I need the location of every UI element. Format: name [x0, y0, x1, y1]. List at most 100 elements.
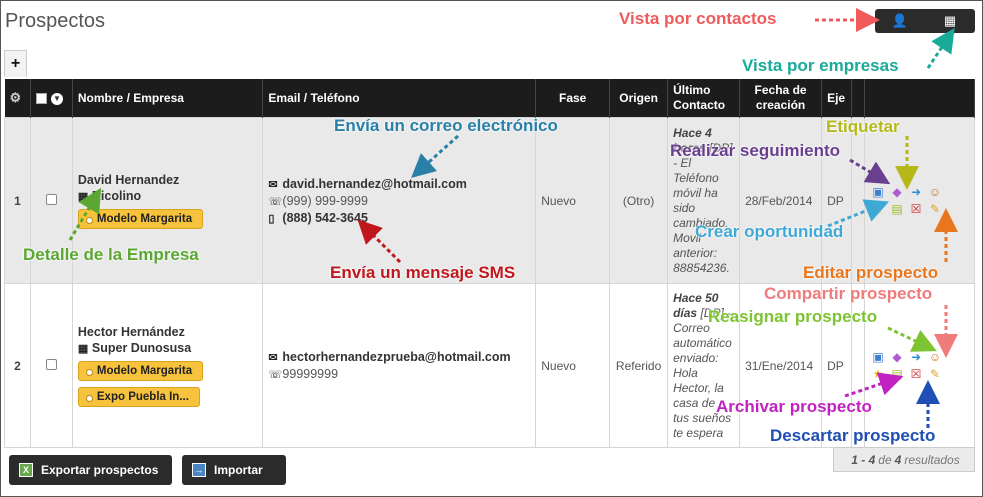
- row-actions: ▣ ◆ ➜ ☺ ★ ▤ ☒ ✎: [870, 185, 969, 216]
- email-text: hectorhernandezprueba@hotmail.com: [282, 350, 511, 364]
- pager-range: 1 - 4: [851, 452, 876, 467]
- chevron-down-icon[interactable]: ▼: [50, 92, 63, 105]
- star-icon[interactable]: ★: [870, 202, 886, 216]
- discard-icon[interactable]: ☒: [908, 202, 924, 216]
- spacer-cell: [851, 117, 866, 284]
- phone-text: (999) 999-9999: [282, 193, 368, 208]
- phone-icon: ☏: [268, 195, 283, 208]
- annotation-follow-up: Realizar seguimiento: [670, 141, 841, 160]
- email-link[interactable]: ✉ david.hernandez@hotmail.com: [268, 177, 530, 191]
- tag-badge[interactable]: Expo Puebla In...: [77, 386, 200, 407]
- pencil-icon[interactable]: ✎: [927, 202, 943, 216]
- origin-header[interactable]: Origen: [609, 79, 669, 118]
- envelope-icon: ✉: [268, 178, 278, 191]
- mobile-link[interactable]: ▯ (888) 542-3645: [268, 211, 530, 225]
- pagination-info: 1 - 4 de 4 resultados: [833, 447, 975, 472]
- tag-badge[interactable]: Modelo Margarita: [77, 208, 204, 229]
- star-icon[interactable]: ★: [870, 367, 886, 381]
- annotation-archive: Archivar prospecto: [716, 397, 872, 416]
- phase-cell: Nuevo: [535, 283, 611, 448]
- phase-cell: Nuevo: [535, 117, 611, 284]
- companies-view-button[interactable]: ▦: [925, 9, 975, 33]
- origin-cell: Referido: [609, 283, 669, 448]
- settings-header[interactable]: ⚙: [4, 79, 31, 118]
- name-header[interactable]: Nombre / Empresa: [72, 79, 264, 118]
- created-header[interactable]: Fecha de creación: [739, 79, 823, 118]
- phone-text: 99999999: [282, 367, 339, 381]
- email-cell: ✉ david.hernandez@hotmail.com ☏(999) 999-…: [262, 117, 537, 284]
- import-label: Importar: [214, 463, 263, 477]
- discard-icon[interactable]: ☒: [908, 367, 924, 381]
- annotation-reassign: Reasignar prospecto: [708, 307, 878, 326]
- export-button[interactable]: X Exportar prospectos: [9, 455, 172, 485]
- annotation-tag: Etiquetar: [826, 117, 900, 136]
- archive-folder-icon[interactable]: ▤: [889, 367, 905, 381]
- email-cell: ✉ hectorhernandezprueba@hotmail.com ☏9999…: [262, 283, 537, 448]
- annotation-companies-view: Vista por empresas: [742, 56, 899, 75]
- mobile-text: (888) 542-3645: [282, 210, 368, 225]
- spreadsheet-icon: X: [19, 463, 33, 477]
- last-contact-header[interactable]: Último Contacto: [667, 79, 741, 118]
- annotation-contacts-view: Vista por contactos: [619, 9, 777, 28]
- annotation-company-detail: Detalle de la Empresa: [23, 245, 199, 264]
- gear-icon: ⚙: [9, 90, 22, 105]
- company-name: Ricolino: [91, 188, 142, 203]
- pager-total: 4: [894, 452, 902, 467]
- import-icon: →: [192, 463, 206, 477]
- table-header-row: ⚙ ▼ Nombre / Empresa Email / Teléfono Fa…: [4, 79, 975, 118]
- select-all-checkbox[interactable]: [35, 93, 47, 105]
- contacts-view-button[interactable]: 👤: [875, 9, 925, 33]
- export-label: Exportar prospectos: [41, 463, 159, 477]
- prospect-name-link[interactable]: David Hernandez: [78, 173, 258, 187]
- email-header[interactable]: Email / Teléfono: [262, 79, 537, 118]
- share-user-icon[interactable]: ☺: [927, 185, 943, 199]
- pager-suffix: resultados: [904, 452, 960, 467]
- annotation-share: Compartir prospecto: [764, 284, 933, 303]
- row-select-cell: [29, 283, 73, 448]
- building-icon: ▦: [943, 13, 957, 28]
- phone-link[interactable]: ☏(999) 999-9999: [268, 194, 530, 208]
- building-icon: ▦: [77, 190, 89, 203]
- email-text: david.hernandez@hotmail.com: [282, 176, 467, 191]
- row-actions: ▣ ◆ ➜ ☺ ★ ▤ ☒ ✎: [870, 350, 969, 381]
- reassign-arrow-icon[interactable]: ➜: [908, 185, 924, 199]
- add-prospect-button[interactable]: +: [4, 50, 27, 77]
- phase-header[interactable]: Fase: [535, 79, 611, 118]
- import-button[interactable]: → Importar: [182, 455, 286, 485]
- envelope-icon: ✉: [268, 352, 278, 364]
- reassign-arrow-icon[interactable]: ➜: [908, 350, 924, 364]
- archive-folder-icon[interactable]: ▤: [889, 202, 905, 216]
- axis-header[interactable]: Eje: [821, 79, 853, 118]
- email-link[interactable]: ✉ hectorhernandezprueba@hotmail.com: [268, 350, 530, 364]
- annotation-edit: Editar prospecto: [803, 263, 939, 282]
- tag-icon[interactable]: ◆: [889, 350, 905, 364]
- row-checkbox[interactable]: [45, 358, 57, 370]
- pencil-icon[interactable]: ✎: [927, 367, 943, 381]
- follow-up-icon[interactable]: ▣: [870, 350, 886, 364]
- pager-of: de: [878, 452, 892, 467]
- actions-cell: ▣ ◆ ➜ ☺ ★ ▤ ☒ ✎: [864, 117, 975, 284]
- company-link[interactable]: ▦ Super Dunosusa: [78, 341, 258, 355]
- tag-icon[interactable]: ◆: [889, 185, 905, 199]
- annotation-discard: Descartar prospecto: [770, 426, 936, 445]
- select-all-header: ▼: [30, 79, 73, 118]
- actions-header: [851, 79, 866, 118]
- mobile-icon: ▯: [268, 212, 275, 225]
- row-number: 2: [4, 283, 31, 448]
- building-icon: ▦: [77, 342, 89, 355]
- tag-badge[interactable]: Modelo Margarita: [77, 360, 204, 381]
- company-name: Super Dunosusa: [91, 340, 192, 355]
- actions-header-2: [864, 79, 975, 118]
- annotation-create-opportunity: Crear oportunidad: [695, 222, 844, 241]
- company-link[interactable]: ▦ Ricolino: [78, 189, 258, 203]
- page-title: Prospectos: [5, 10, 106, 32]
- annotation-send-sms: Envía un mensaje SMS: [330, 263, 516, 282]
- view-toggle: 👤 ▦: [875, 9, 975, 33]
- phone-icon: ☏: [268, 369, 283, 381]
- share-user-icon[interactable]: ☺: [927, 350, 943, 364]
- row-checkbox[interactable]: [45, 193, 57, 205]
- annotation-send-email: Envía un correo electrónico: [334, 116, 558, 135]
- follow-up-icon[interactable]: ▣: [870, 185, 886, 199]
- prospect-name-link[interactable]: Hector Hernández: [78, 325, 258, 339]
- phone-link[interactable]: ☏99999999: [268, 367, 530, 381]
